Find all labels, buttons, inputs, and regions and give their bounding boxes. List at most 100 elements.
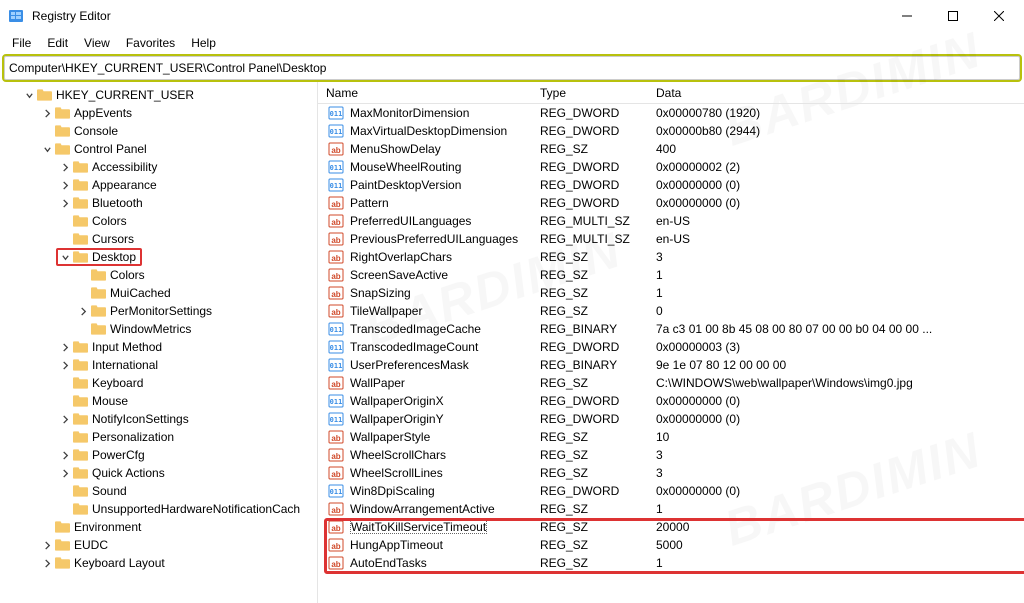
value-row[interactable]: abScreenSaveActiveREG_SZ1 <box>318 266 1024 284</box>
value-row[interactable]: 011TranscodedImageCacheREG_BINARY7a c3 0… <box>318 320 1024 338</box>
menu-view[interactable]: View <box>76 34 118 52</box>
svg-text:ab: ab <box>331 560 340 569</box>
tree-label: Console <box>74 124 118 138</box>
value-row[interactable]: abRightOverlapCharsREG_SZ3 <box>318 248 1024 266</box>
tree-item[interactable]: Environment <box>0 518 317 536</box>
tree-item[interactable]: UnsupportedHardwareNotificationCach <box>0 500 317 518</box>
value-row[interactable]: abWheelScrollLinesREG_SZ3 <box>318 464 1024 482</box>
value-row[interactable]: 011MaxVirtualDesktopDimensionREG_DWORD0x… <box>318 122 1024 140</box>
tree-item[interactable]: Quick Actions <box>0 464 317 482</box>
chevron-right-icon[interactable] <box>58 343 72 352</box>
chevron-right-icon[interactable] <box>58 163 72 172</box>
close-button[interactable] <box>976 0 1022 32</box>
chevron-right-icon[interactable] <box>58 469 72 478</box>
value-row[interactable]: 011WallpaperOriginXREG_DWORD0x00000000 (… <box>318 392 1024 410</box>
maximize-button[interactable] <box>930 0 976 32</box>
value-row[interactable]: abPreviousPreferredUILanguagesREG_MULTI_… <box>318 230 1024 248</box>
value-type: REG_SZ <box>540 286 656 300</box>
menu-file[interactable]: File <box>4 34 39 52</box>
chevron-right-icon[interactable] <box>40 541 54 550</box>
value-row[interactable]: 011PaintDesktopVersionREG_DWORD0x0000000… <box>318 176 1024 194</box>
tree-item[interactable]: Sound <box>0 482 317 500</box>
tree-item[interactable]: EUDC <box>0 536 317 554</box>
menu-favorites[interactable]: Favorites <box>118 34 183 52</box>
menu-help[interactable]: Help <box>183 34 224 52</box>
chevron-down-icon[interactable] <box>22 91 36 100</box>
value-name: MenuShowDelay <box>350 142 540 156</box>
value-row[interactable]: 011MaxMonitorDimensionREG_DWORD0x0000078… <box>318 104 1024 122</box>
value-row[interactable]: abHungAppTimeoutREG_SZ5000 <box>318 536 1024 554</box>
value-row[interactable]: 011TranscodedImageCountREG_DWORD0x000000… <box>318 338 1024 356</box>
value-type: REG_DWORD <box>540 340 656 354</box>
tree-item[interactable]: PerMonitorSettings <box>0 302 317 320</box>
tree-item[interactable]: MuiCached <box>0 284 317 302</box>
tree-item[interactable]: WindowMetrics <box>0 320 317 338</box>
chevron-right-icon[interactable] <box>58 199 72 208</box>
value-row[interactable]: abAutoEndTasksREG_SZ1 <box>318 554 1024 572</box>
chevron-right-icon[interactable] <box>58 361 72 370</box>
chevron-right-icon[interactable] <box>58 181 72 190</box>
binary-value-icon: 011 <box>328 411 344 427</box>
value-row[interactable]: abSnapSizingREG_SZ1 <box>318 284 1024 302</box>
chevron-right-icon[interactable] <box>58 451 72 460</box>
value-data: 0x00000003 (3) <box>656 340 1024 354</box>
chevron-right-icon[interactable] <box>76 307 90 316</box>
value-row[interactable]: abPreferredUILanguagesREG_MULTI_SZen-US <box>318 212 1024 230</box>
column-data[interactable]: Data <box>656 86 1024 100</box>
tree-item[interactable]: Colors <box>0 266 317 284</box>
value-row[interactable]: abWaitToKillServiceTimeoutREG_SZ20000 <box>318 518 1024 536</box>
tree-item[interactable]: Appearance <box>0 176 317 194</box>
tree-item[interactable]: Input Method <box>0 338 317 356</box>
column-type[interactable]: Type <box>540 86 656 100</box>
chevron-down-icon[interactable] <box>40 145 54 154</box>
value-row[interactable]: abTileWallpaperREG_SZ0 <box>318 302 1024 320</box>
chevron-right-icon[interactable] <box>40 109 54 118</box>
value-row[interactable]: 011WallpaperOriginYREG_DWORD0x00000000 (… <box>318 410 1024 428</box>
menu-edit[interactable]: Edit <box>39 34 76 52</box>
tree-item[interactable]: Keyboard <box>0 374 317 392</box>
tree-label: AppEvents <box>74 106 132 120</box>
tree-item[interactable]: Bluetooth <box>0 194 317 212</box>
tree-item[interactable]: Colors <box>0 212 317 230</box>
minimize-button[interactable] <box>884 0 930 32</box>
value-data: 1 <box>656 556 1024 570</box>
value-row[interactable]: abWallPaperREG_SZC:\WINDOWS\web\wallpape… <box>318 374 1024 392</box>
tree-item[interactable]: Personalization <box>0 428 317 446</box>
tree-item[interactable]: Desktop <box>0 248 317 266</box>
binary-value-icon: 011 <box>328 483 344 499</box>
tree-item[interactable]: NotifyIconSettings <box>0 410 317 428</box>
value-type: REG_SZ <box>540 304 656 318</box>
chevron-right-icon[interactable] <box>58 415 72 424</box>
tree-item[interactable]: Control Panel <box>0 140 317 158</box>
value-row[interactable]: 011MouseWheelRoutingREG_DWORD0x00000002 … <box>318 158 1024 176</box>
tree-item[interactable]: PowerCfg <box>0 446 317 464</box>
value-row[interactable]: abMenuShowDelayREG_SZ400 <box>318 140 1024 158</box>
value-data: 20000 <box>656 520 1024 534</box>
value-row[interactable]: abWheelScrollCharsREG_SZ3 <box>318 446 1024 464</box>
chevron-down-icon[interactable] <box>58 253 72 262</box>
tree-item[interactable]: Console <box>0 122 317 140</box>
tree-item[interactable]: International <box>0 356 317 374</box>
tree-item[interactable]: Keyboard Layout <box>0 554 317 572</box>
address-bar[interactable]: Computer\HKEY_CURRENT_USER\Control Panel… <box>4 56 1020 80</box>
tree-item[interactable]: Mouse <box>0 392 317 410</box>
value-row[interactable]: 011Win8DpiScalingREG_DWORD0x00000000 (0) <box>318 482 1024 500</box>
chevron-right-icon[interactable] <box>40 559 54 568</box>
value-row[interactable]: abWindowArrangementActiveREG_SZ1 <box>318 500 1024 518</box>
folder-icon <box>54 520 70 534</box>
tree-panel[interactable]: HKEY_CURRENT_USER AppEvents Console Contro… <box>0 82 318 603</box>
values-panel[interactable]: Name Type Data 011MaxMonitorDimensionREG… <box>318 82 1024 603</box>
tree-item[interactable]: AppEvents <box>0 104 317 122</box>
value-data: 1 <box>656 502 1024 516</box>
tree-item[interactable]: Accessibility <box>0 158 317 176</box>
tree-item-hkcu[interactable]: HKEY_CURRENT_USER <box>0 86 317 104</box>
tree-item[interactable]: Cursors <box>0 230 317 248</box>
value-data: 3 <box>656 466 1024 480</box>
value-row[interactable]: abPatternREG_DWORD0x00000000 (0) <box>318 194 1024 212</box>
column-name[interactable]: Name <box>318 86 540 100</box>
folder-icon <box>72 232 88 246</box>
value-row[interactable]: 011UserPreferencesMaskREG_BINARY9e 1e 07… <box>318 356 1024 374</box>
tree-label: Input Method <box>92 340 162 354</box>
value-type: REG_SZ <box>540 268 656 282</box>
value-row[interactable]: abWallpaperStyleREG_SZ10 <box>318 428 1024 446</box>
